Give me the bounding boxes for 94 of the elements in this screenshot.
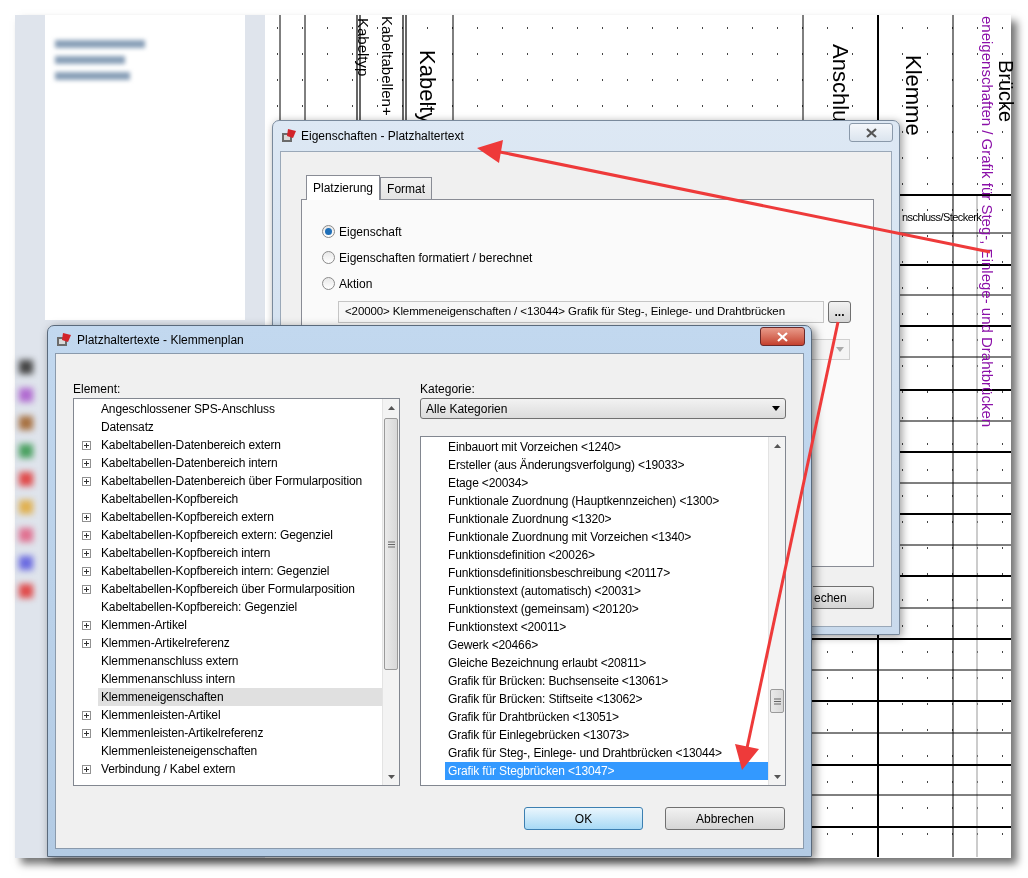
tree-item[interactable]: Kabeltabellen-Datenbereich extern [98,436,383,454]
element-label: Element: [73,381,122,398]
list-item[interactable]: Grafik für Drahtbrücken <13051> [445,708,768,726]
up-arrow-icon [773,443,781,448]
tree-item[interactable]: Klemmen-Artikelreferenz [98,634,383,652]
tree-item[interactable]: Angeschlossener SPS-Anschluss [98,400,383,418]
column-header: Anschlu [829,44,851,123]
tree-item[interactable]: Datensatz [98,418,383,436]
grip-icon [387,540,395,548]
tree-item[interactable]: Klemmenanschluss intern [98,670,383,688]
radio-button[interactable] [322,225,335,238]
scrollbar-thumb[interactable] [384,418,399,670]
column-header: Klemme [902,55,924,136]
ok-button[interactable]: OK [524,807,643,830]
scrollbar[interactable] [768,437,785,785]
value-field[interactable]: <20000> Klemmeneigenschaften / <13044> Grafik für Steg-, Einlege- und Drahtbrücken [338,301,824,323]
column-header: Kabeltabellen+ [380,16,395,116]
list-item[interactable]: Einbauort mit Vorzeichen <1240> [445,438,768,456]
list-item[interactable]: Funktionale Zuordnung (Hauptkennzeichen) <1300> [445,492,768,510]
app-icon [56,331,72,348]
scrollbar[interactable] [382,399,400,785]
scrollbar-thumb[interactable] [770,689,784,713]
list-item[interactable]: Funktionale Zuordnung mit Vorzeichen <1340> [445,528,768,546]
list-item[interactable]: Etage <20034> [445,474,768,492]
list-item[interactable]: Gewerk <20466> [445,636,768,654]
app-icon [281,128,297,144]
cancel-button[interactable]: echen [813,586,874,609]
expand-icon[interactable] [81,584,91,594]
window-title: Platzhaltertexte - Klemmenplan [77,331,244,349]
tree-item[interactable]: Klemmenleisten-Artikelreferenz [98,724,383,742]
radio-label: Aktion [339,275,373,293]
radio-button[interactable] [322,251,335,264]
expand-icon[interactable] [81,710,91,720]
list-item[interactable]: Grafik für Steg-, Einlege- und Drahtbrücken <13044> [445,744,768,762]
tree-item[interactable]: Kabeltabellen-Datenbereich intern [98,454,383,472]
cancel-button[interactable]: Abbrechen [665,807,785,830]
expand-icon[interactable] [81,476,91,486]
window-title: Eigenschaften - Platzhaltertext [301,128,464,145]
expand-icon[interactable] [81,512,91,522]
expand-icon[interactable] [81,530,91,540]
tree-item[interactable]: Kabeltabellen-Kopfbereich über Formularposition [98,580,383,598]
tree-item[interactable]: Kabeltabellen-Kopfbereich intern [98,544,383,562]
tree-item[interactable]: Kabeltabellen-Kopfbereich intern: Gegenziel [98,562,383,580]
list-item[interactable]: Funktionstext <20011> [445,618,768,636]
tree-item[interactable]: Kabeltabellen-Kopfbereich: Gegenziel [98,598,383,616]
expand-icon[interactable] [81,548,91,558]
expand-icon[interactable] [81,620,91,630]
tree-item[interactable]: Kabeltabellen-Kopfbereich extern [98,508,383,526]
expand-icon[interactable] [81,440,91,450]
tree-item[interactable]: Kabeltabellen-Kopfbereich [98,490,383,508]
tree-item[interactable]: Kabeltabellen-Kopfbereich extern: Gegenziel [98,526,383,544]
radio-label: Eigenschaft [339,223,402,241]
close-icon [777,331,788,342]
category-dropdown[interactable]: Alle Kategorien [420,398,786,419]
tree-item[interactable]: Verbindung / Kabel extern [98,760,383,778]
close-button[interactable] [849,123,893,142]
down-arrow-icon [773,774,781,779]
caret-icon [836,347,844,352]
expand-icon[interactable] [81,638,91,648]
radio-button[interactable] [322,277,335,290]
list-item[interactable]: Gleiche Bezeichnung erlaubt <20811> [445,654,768,672]
expand-icon[interactable] [81,458,91,468]
tab[interactable]: Format [380,177,433,199]
close-icon [865,127,877,138]
list-item[interactable]: Funktionstext (gemeinsam) <20120> [445,600,768,618]
list-item[interactable]: Ersteller (aus Änderungsverfolgung) <19033> [445,456,768,474]
tree-item[interactable]: Klemmenanschluss extern [98,652,383,670]
tree-item[interactable]: Klemmenleisteneigenschaften [98,742,383,760]
list-item[interactable]: Grafik für Brücken: Buchsenseite <13061> [445,672,768,690]
tree-item[interactable]: Kabeltabellen-Datenbereich über Formularposition [98,472,383,490]
column-header: Kabelty [416,50,438,124]
tree-item[interactable]: Klemmen-Artikel [98,616,383,634]
column-header: Kabeltyp [356,18,371,77]
list-item[interactable]: Grafik für Brücken: Stiftseite <13062> [445,690,768,708]
column-header: Brücke [996,60,1016,123]
list-item[interactable]: Grafik für Einlegebrücken <13073> [445,726,768,744]
list-item[interactable]: Funktionsdefinitionsbeschreibung <20117> [445,564,768,582]
expand-icon[interactable] [81,566,91,576]
list-item[interactable]: Funktionsdefinition <20026> [445,546,768,564]
tree-item[interactable]: Klemmenleisten-Artikel [98,706,383,724]
up-arrow-icon [387,405,395,410]
browse-button[interactable]: ... [828,301,851,323]
list-item[interactable]: Funktionale Zuordnung <1320> [445,510,768,528]
down-arrow-icon [387,774,395,779]
caret-icon [772,406,780,411]
list-item[interactable]: Funktionstext (automatisch) <20031> [445,582,768,600]
radio-label: Eigenschaften formatiert / berechnet [339,249,533,267]
category-label: Kategorie: [420,381,476,398]
expand-icon[interactable] [81,728,91,738]
tab[interactable]: Platzierung [306,175,381,200]
grip-icon [773,697,781,705]
close-button[interactable] [760,327,805,346]
tree-item[interactable]: Klemmeneigenschaften [98,688,383,706]
expand-icon[interactable] [81,764,91,774]
